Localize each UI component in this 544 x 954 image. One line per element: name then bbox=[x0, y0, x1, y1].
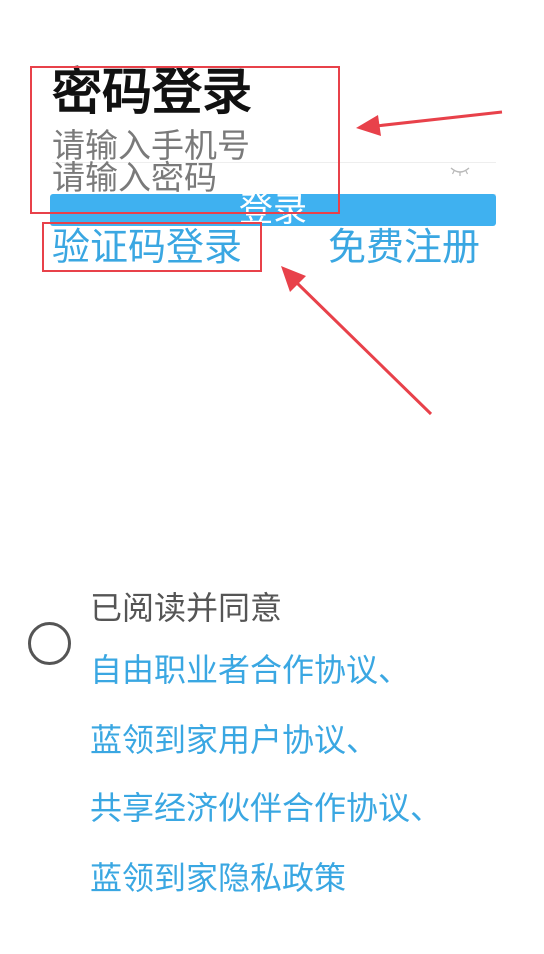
sms-login-link[interactable]: 验证码登录 bbox=[52, 224, 242, 270]
eye-closed-icon[interactable] bbox=[450, 164, 470, 178]
eye-closed-icon-graphic bbox=[450, 167, 470, 176]
login-button[interactable]: 登录 bbox=[50, 194, 496, 226]
privacy-policy-link[interactable]: 蓝领到家隐私政策 bbox=[90, 856, 346, 900]
freelancer-agreement-link[interactable]: 自由职业者合作协议、 bbox=[90, 648, 410, 692]
register-link[interactable]: 免费注册 bbox=[328, 224, 480, 270]
annotation-arrow-bottom bbox=[281, 266, 433, 416]
user-agreement-link[interactable]: 蓝领到家用户协议、 bbox=[90, 718, 378, 762]
agreement-prompt: 已阅读并同意 bbox=[90, 589, 283, 627]
password-field bbox=[52, 158, 496, 195]
sharing-economy-agreement-link[interactable]: 共享经济伙伴合作协议、 bbox=[90, 786, 442, 830]
page-title: 密码登录 bbox=[52, 63, 252, 121]
agreement-radio[interactable] bbox=[28, 622, 71, 665]
login-page: 密码登录 登录 验证码登录 免费注册 已阅读并同意 bbox=[0, 0, 544, 954]
password-input[interactable] bbox=[52, 158, 442, 194]
